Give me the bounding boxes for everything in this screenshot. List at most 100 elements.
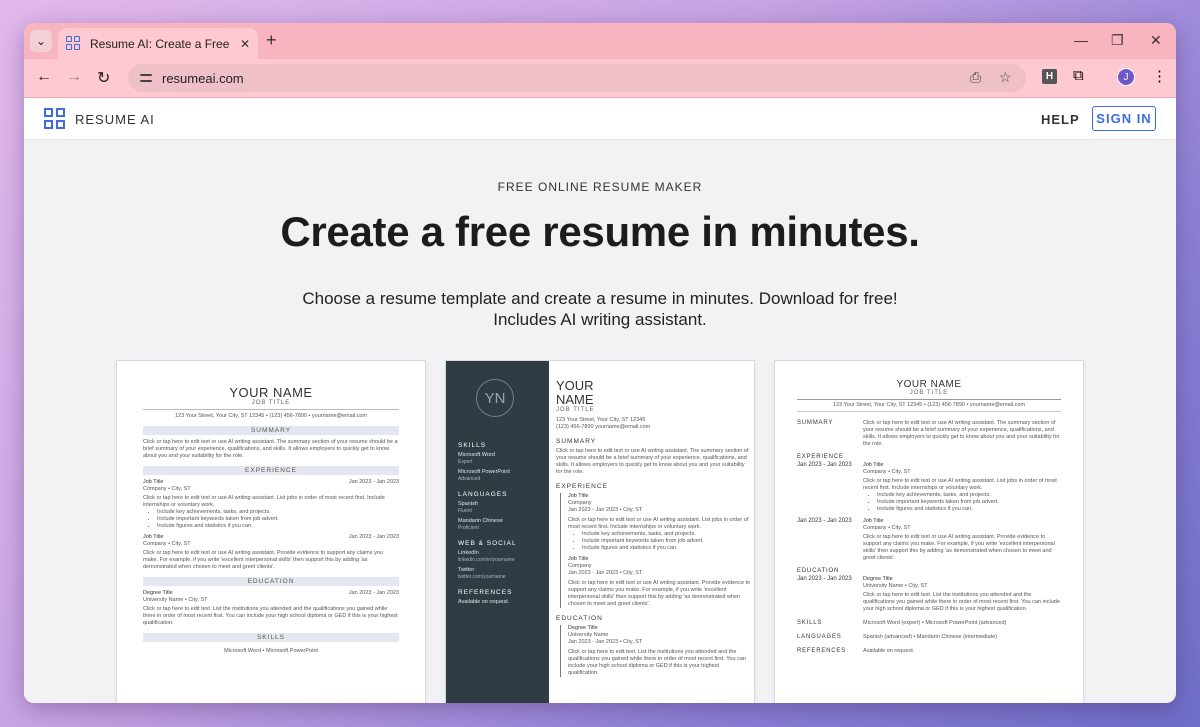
t2-bullet: Include figures and statistics if you ca… bbox=[582, 545, 751, 552]
profile-avatar[interactable]: J bbox=[1117, 68, 1135, 86]
resume-template-card-1[interactable]: YOUR NAME JOB TITLE 123 Your Street, You… bbox=[116, 360, 426, 703]
hero-subtext: Choose a resume template and create a re… bbox=[24, 288, 1176, 330]
t2-web1-val: linkedin.com/in/yourname bbox=[458, 557, 515, 563]
close-window-button[interactable]: ✕ bbox=[1150, 32, 1162, 49]
t2-monogram: YN bbox=[476, 379, 514, 417]
t2-bullet: Include important keywords taken from jo… bbox=[582, 538, 751, 545]
back-button[interactable]: ← bbox=[36, 68, 52, 86]
t3-edu-dates: Jan 2023 - Jan 2023 bbox=[797, 576, 852, 582]
hero-subtext-line1: Choose a resume template and create a re… bbox=[302, 289, 898, 308]
site-settings-icon[interactable] bbox=[138, 70, 154, 86]
sign-in-button[interactable]: SIGN IN bbox=[1092, 106, 1156, 131]
t1-edu-text: Click or tap here to edit text. List the… bbox=[143, 606, 398, 626]
t1-bullet: Include important keywords taken from jo… bbox=[157, 516, 399, 523]
address-bar[interactable]: resumeai.com ⎙ ☆ bbox=[128, 64, 1026, 92]
resume-ai-logo-icon[interactable] bbox=[44, 108, 65, 129]
reload-button[interactable]: ↻ bbox=[97, 68, 110, 88]
t2-languages-heading: LANGUAGES bbox=[458, 491, 508, 498]
t1-summary-text: Click or tap here to edit text or use AI… bbox=[143, 439, 398, 459]
t2-job2-dates: Jan 2023 - Jan 2023 • City, ST bbox=[568, 570, 643, 576]
t3-references-text: Available on request. bbox=[863, 648, 915, 654]
t2-lang1: Spanish bbox=[458, 501, 478, 507]
t3-bullet: Include key achievements, tasks, and pro… bbox=[877, 492, 1061, 499]
t1-job-title: JOB TITLE bbox=[251, 400, 291, 406]
site-header: RESUME AI HELP SIGN IN bbox=[24, 98, 1176, 140]
t3-job1-title: Job Title bbox=[863, 462, 884, 468]
t2-job1-dates: Jan 2023 - Jan 2023 • City, ST bbox=[568, 507, 643, 513]
extensions-puzzle-icon[interactable]: ⧉ bbox=[1073, 67, 1084, 84]
t1-job2-text: Click or tap here to edit text or use AI… bbox=[143, 550, 383, 570]
close-tab-icon[interactable]: ✕ bbox=[240, 37, 250, 51]
t3-references-heading: REFERENCES bbox=[797, 648, 847, 654]
t2-degree: Degree Title bbox=[568, 625, 598, 631]
hero-eyebrow: FREE ONLINE RESUME MAKER bbox=[497, 180, 703, 194]
t2-bullet: Include key achievements, tasks, and pro… bbox=[582, 531, 751, 538]
t2-references-heading: REFERENCES bbox=[458, 589, 513, 596]
chevron-down-icon: ⌄ bbox=[35, 34, 47, 48]
t2-job2-company: Company bbox=[568, 563, 592, 569]
active-tab[interactable]: Resume AI: Create a Free Resume ✕ bbox=[58, 28, 258, 59]
t1-job1-company: Company • City, ST bbox=[143, 486, 191, 492]
extension-h-icon[interactable]: H bbox=[1042, 69, 1057, 84]
t2-name-2: NAME bbox=[556, 392, 594, 407]
t2-lang2-level: Proficient bbox=[458, 525, 479, 531]
t1-skills-line: Microsoft Word • Microsoft PowerPoint bbox=[224, 648, 318, 654]
resume-template-card-3[interactable]: YOUR NAME JOB TITLE 123 Your Street, You… bbox=[774, 360, 1084, 703]
t1-job1-text: Click or tap here to edit text or use AI… bbox=[143, 495, 385, 508]
t1-job2-dates: Jan 2023 - Jan 2023 bbox=[348, 534, 399, 540]
t3-summary-heading: SUMMARY bbox=[797, 420, 834, 426]
t3-languages-line: Spanish (advanced) • Mandarin Chinese (i… bbox=[863, 634, 997, 640]
t2-skill1: Microsoft Word bbox=[458, 452, 495, 458]
resume-template-card-2[interactable]: YN SKILLS Microsoft Word Expert Microsof… bbox=[445, 360, 755, 703]
hero-headline: Create a free resume in minutes. bbox=[280, 208, 920, 255]
t2-web2: Twitter bbox=[458, 567, 475, 573]
url-text: resumeai.com bbox=[162, 71, 244, 86]
t3-bullet: Include figures and statistics if you ca… bbox=[877, 506, 1061, 513]
t3-job2-text: Click or tap here to edit text or use AI… bbox=[863, 534, 1055, 561]
forward-button[interactable]: → bbox=[66, 68, 82, 86]
t1-job1-dates: Jan 2023 - Jan 2023 bbox=[348, 479, 399, 485]
t2-timeline: Job Title Company Jan 2023 - Jan 2023 • … bbox=[560, 493, 751, 608]
restore-button[interactable]: ❐ bbox=[1111, 32, 1124, 49]
tab-strip: ⌄ Resume AI: Create a Free Resume ✕ + — … bbox=[24, 23, 1176, 59]
t2-experience-heading: EXPERIENCE bbox=[556, 483, 608, 490]
t1-job2-title: Job Title bbox=[143, 534, 164, 540]
t2-skill2: Microsoft PowerPoint bbox=[458, 469, 510, 475]
t3-skills-line: Microsoft Word (expert) • Microsoft Powe… bbox=[863, 620, 1007, 626]
install-app-icon[interactable]: ⎙ bbox=[970, 69, 981, 86]
t2-name-1: YOUR bbox=[556, 378, 594, 393]
browser-toolbar: ← → ↻ resumeai.com ⎙ ☆ H ⧉ J ⋮ bbox=[24, 59, 1176, 98]
browser-window: ⌄ Resume AI: Create a Free Resume ✕ + — … bbox=[24, 23, 1176, 703]
t3-languages-heading: LANGUAGES bbox=[797, 634, 842, 640]
t3-job2-title: Job Title bbox=[863, 518, 884, 524]
menu-kebab-icon[interactable]: ⋮ bbox=[1152, 67, 1167, 85]
t2-main: YOUR NAME JOB TITLE 123 Your Street, You… bbox=[556, 361, 751, 677]
t3-job1-company: Company • City, ST bbox=[863, 469, 911, 475]
t1-university: University Name • City, ST bbox=[143, 597, 208, 603]
t2-job-title: JOB TITLE bbox=[556, 407, 595, 413]
bookmark-star-icon[interactable]: ☆ bbox=[999, 69, 1012, 86]
tab-search-button[interactable]: ⌄ bbox=[30, 30, 52, 52]
brand-name[interactable]: RESUME AI bbox=[75, 112, 155, 127]
minimize-button[interactable]: — bbox=[1074, 32, 1088, 48]
t3-university: University Name • City, ST bbox=[863, 583, 928, 589]
help-link[interactable]: HELP bbox=[1041, 112, 1080, 127]
t1-degree: Degree Title bbox=[143, 590, 173, 596]
t2-education-heading: EDUCATION bbox=[556, 615, 603, 622]
t2-skill2-level: Advanced bbox=[458, 476, 481, 482]
t3-job2-company: Company • City, ST bbox=[863, 525, 911, 531]
t3-degree: Degree Title bbox=[863, 576, 893, 582]
t2-lang1-level: Fluent bbox=[458, 508, 472, 514]
webpage: RESUME AI HELP SIGN IN FREE ONLINE RESUM… bbox=[24, 98, 1176, 703]
t2-references-text: Available on request. bbox=[458, 599, 510, 605]
t3-job1-dates: Jan 2023 - Jan 2023 bbox=[797, 462, 852, 468]
t2-job2-title: Job Title bbox=[568, 556, 589, 562]
t1-name: YOUR NAME bbox=[229, 385, 313, 400]
t3-education-heading: EDUCATION bbox=[797, 568, 840, 574]
t2-web2-val: twitter.com/yourname bbox=[458, 574, 506, 580]
new-tab-button[interactable]: + bbox=[266, 31, 277, 49]
tab-title: Resume AI: Create a Free Resume bbox=[90, 36, 230, 51]
t3-summary-text: Click or tap here to edit text or use AI… bbox=[863, 420, 1060, 447]
t2-contact: 123 Your Street, Your City, ST 12345 bbox=[556, 417, 646, 423]
t2-web1: LinkedIn bbox=[458, 550, 479, 556]
